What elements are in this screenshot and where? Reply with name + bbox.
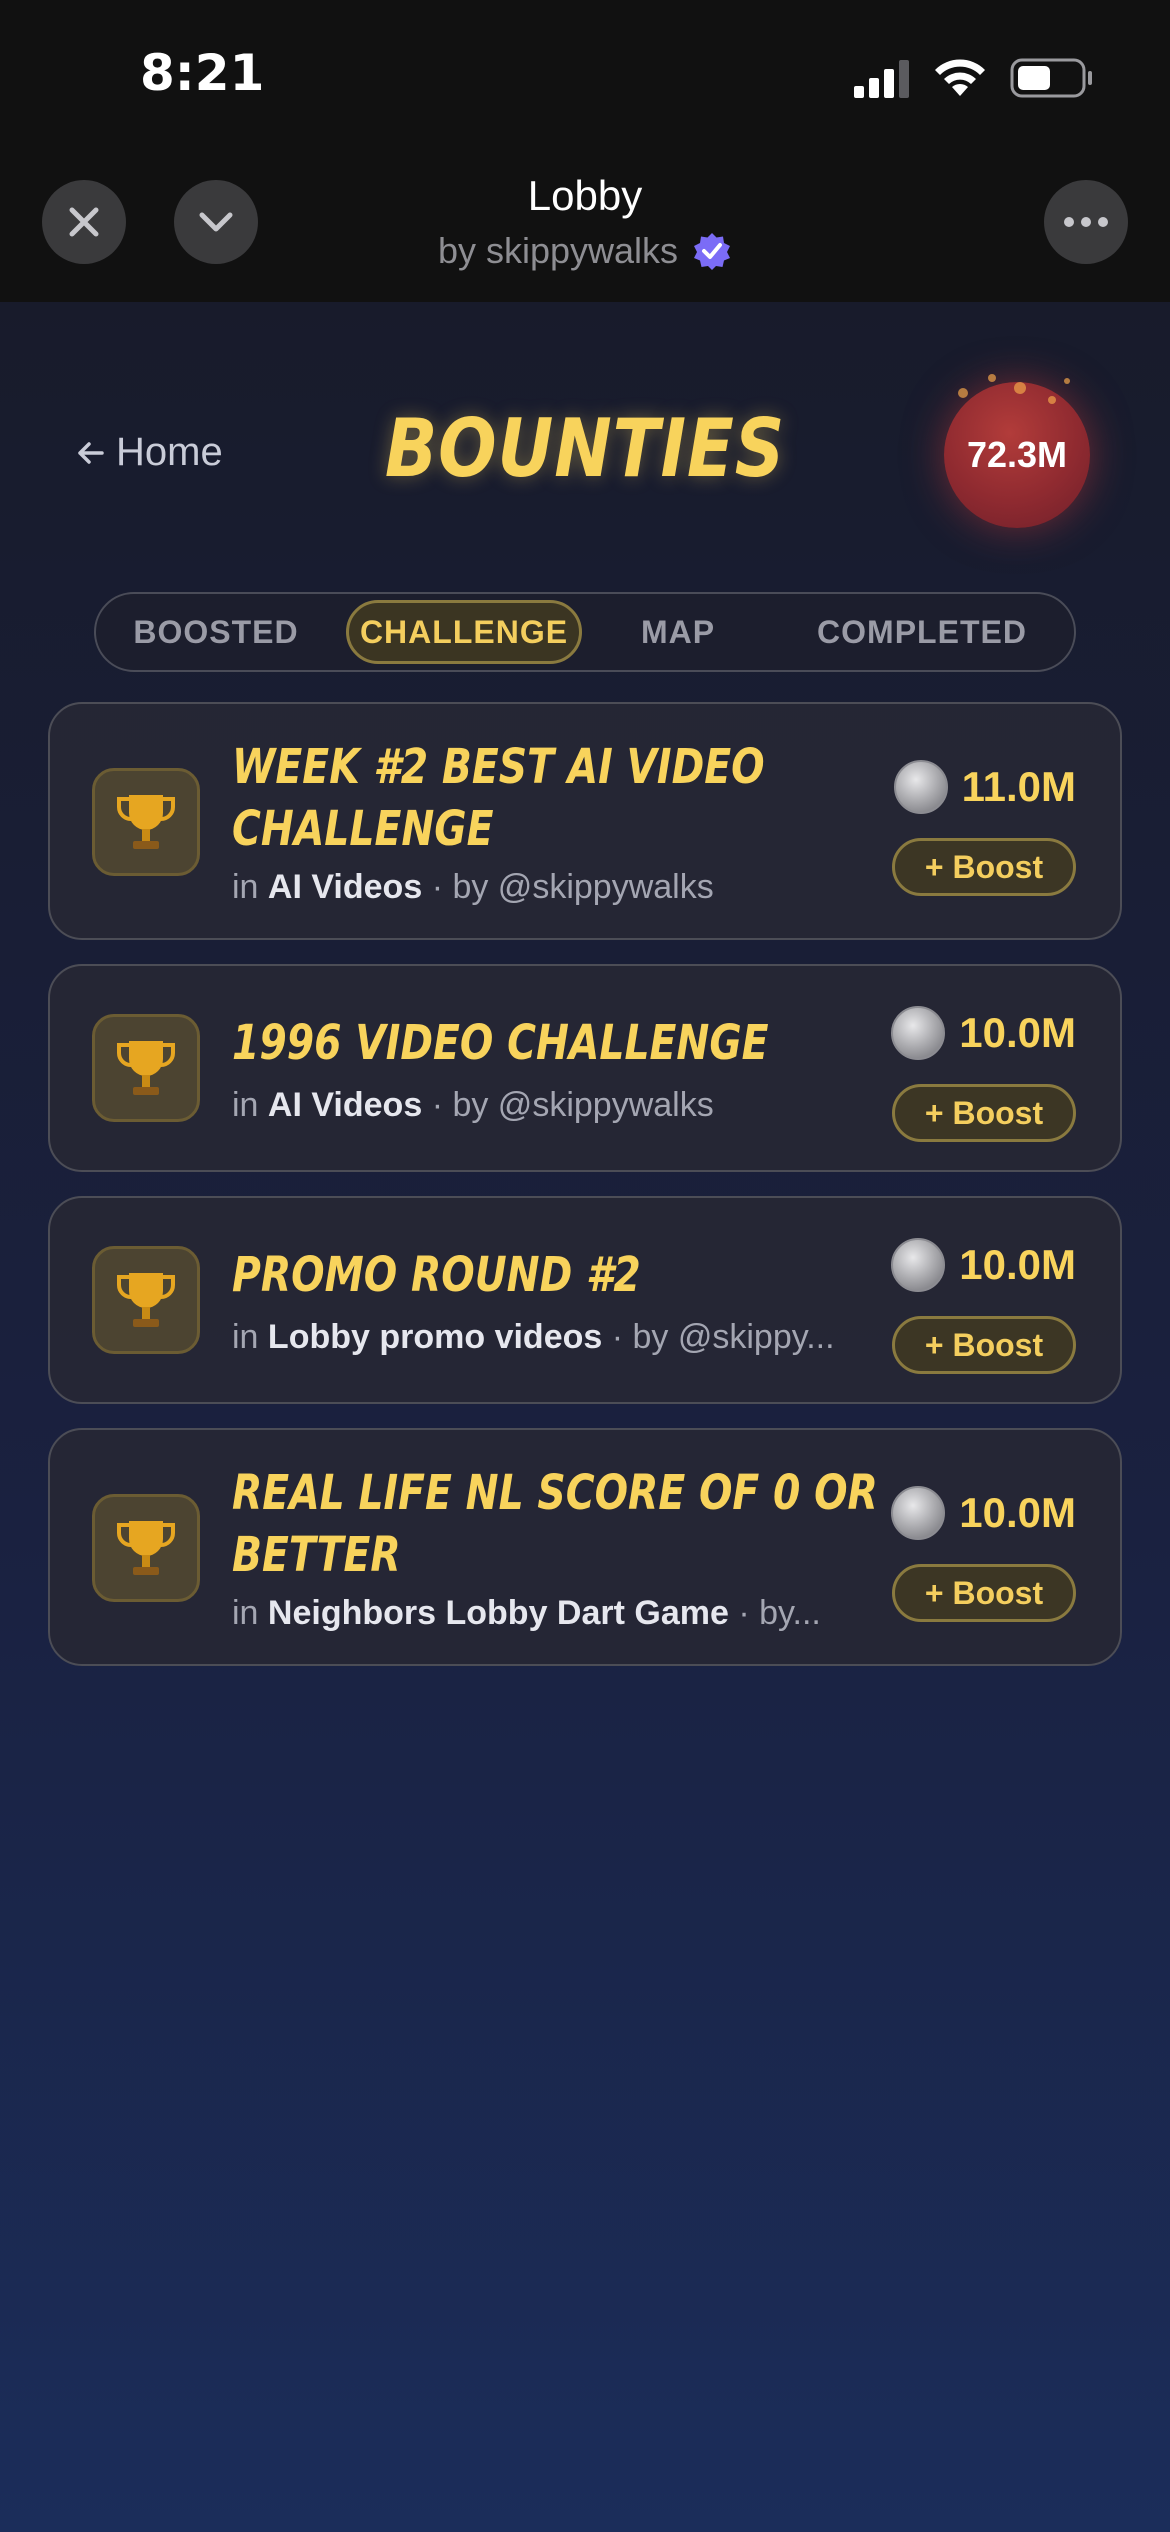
tab-challenge[interactable]: CHALLENGE: [346, 600, 582, 664]
bounty-reward: 10.0M: [891, 1486, 1076, 1540]
main-content: Home BOUNTIES 72.3M BOOSTED CHALLENGE MA…: [0, 302, 1170, 2532]
trophy-icon: [117, 795, 175, 849]
bounty-in-label: in: [232, 1318, 259, 1356]
bounty-author[interactable]: · by @skippywalks: [432, 868, 714, 906]
trophy-icon: [117, 1521, 175, 1575]
bounty-card[interactable]: REAL LIFE NL SCORE OF 0 OR BETTER in Nei…: [48, 1428, 1122, 1666]
tab-completed[interactable]: COMPLETED: [796, 600, 1048, 664]
page-title: BOUNTIES: [384, 402, 786, 495]
bounty-reward-value: 10.0M: [959, 1241, 1076, 1288]
bounty-reward-value: 10.0M: [959, 1489, 1076, 1536]
wifi-icon: [935, 59, 985, 96]
bounty-reward: 10.0M: [891, 1006, 1076, 1060]
trophy-icon-box: [92, 1246, 200, 1354]
verified-badge-icon: [694, 233, 731, 270]
bounty-meta: in AI Videos · by @skippywalks: [232, 1086, 902, 1125]
bounty-in-label: in: [232, 1594, 259, 1632]
app-author-label: by skippywalks: [437, 230, 679, 271]
coin-icon: [893, 760, 948, 814]
tab-map[interactable]: MAP: [616, 600, 740, 664]
status-bar: 8:21: [0, 0, 1170, 150]
trophy-icon-box: [92, 768, 200, 876]
bounty-title: PROMO ROUND #2: [232, 1244, 724, 1306]
status-time: 8:21: [140, 44, 265, 102]
bounty-in-label: in: [232, 868, 259, 906]
coin-icon: [891, 1486, 946, 1540]
boost-button[interactable]: + Boost: [892, 1084, 1076, 1142]
bounty-meta: in AI Videos · by @skippywalks: [232, 868, 902, 907]
bounty-category[interactable]: AI Videos: [268, 1086, 422, 1124]
bounty-meta: in Neighbors Lobby Dart Game · by...: [232, 1594, 902, 1633]
coin-icon: [891, 1006, 946, 1060]
bounty-title-line: 1996 VIDEO CHALLENGE: [232, 1015, 769, 1071]
app-author[interactable]: by skippywalks: [0, 230, 1170, 272]
bounty-meta: in Lobby promo videos · by @skippy...: [232, 1318, 902, 1357]
bounty-author[interactable]: · by @skippy...: [612, 1318, 835, 1356]
bounty-title: WEEK #2 BEST AI VIDEO CHALLENGE: [232, 736, 765, 860]
bounty-title-line: REAL LIFE NL SCORE OF 0 OR: [232, 1465, 878, 1521]
trophy-icon: [117, 1273, 175, 1327]
more-icon: [1064, 217, 1108, 227]
bounty-title: REAL LIFE NL SCORE OF 0 OR BETTER: [232, 1462, 878, 1586]
tab-boosted[interactable]: BOOSTED: [120, 600, 312, 664]
bounty-card[interactable]: WEEK #2 BEST AI VIDEO CHALLENGE in AI Vi…: [48, 702, 1122, 940]
bounty-card[interactable]: PROMO ROUND #2 in Lobby promo videos · b…: [48, 1196, 1122, 1404]
trophy-icon: [117, 1041, 175, 1095]
bounty-title-line: WEEK #2 BEST AI VIDEO: [232, 739, 765, 795]
trophy-icon-box: [92, 1014, 200, 1122]
bounty-reward: 11.0M: [893, 760, 1076, 814]
balance-badge[interactable]: 72.3M: [944, 374, 1090, 528]
bounty-title-line: CHALLENGE: [232, 801, 494, 857]
boost-button[interactable]: + Boost: [892, 1564, 1076, 1622]
signal-icon: [854, 60, 909, 98]
bounty-in-label: in: [232, 1086, 259, 1124]
bounty-title-line: PROMO ROUND #2: [232, 1247, 641, 1303]
balance-value: 72.3M: [966, 434, 1068, 475]
bounty-category[interactable]: AI Videos: [268, 868, 422, 906]
bounty-reward: 10.0M: [891, 1238, 1076, 1292]
bounty-tabs: BOOSTED CHALLENGE MAP COMPLETED: [94, 592, 1076, 672]
bounty-category[interactable]: Lobby promo videos: [268, 1318, 602, 1356]
bounty-reward-value: 10.0M: [959, 1009, 1076, 1056]
bounty-card[interactable]: 1996 VIDEO CHALLENGE in AI Videos · by @…: [48, 964, 1122, 1172]
bounty-title: 1996 VIDEO CHALLENGE: [232, 1012, 769, 1074]
trophy-icon-box: [92, 1494, 200, 1602]
boost-button[interactable]: + Boost: [892, 838, 1076, 896]
bounty-author[interactable]: · by @skippywalks: [432, 1086, 714, 1124]
bounty-reward-value: 11.0M: [961, 763, 1076, 810]
more-button[interactable]: [1044, 180, 1128, 264]
bounty-title-line: BETTER: [232, 1527, 401, 1583]
battery-icon: [1010, 58, 1092, 98]
app-header: Lobby by skippywalks: [0, 150, 1170, 302]
bounty-category[interactable]: Neighbors Lobby Dart Game: [268, 1594, 729, 1632]
bounty-author[interactable]: · by...: [738, 1594, 821, 1632]
boost-button[interactable]: + Boost: [892, 1316, 1076, 1374]
coin-icon: [891, 1238, 946, 1292]
app-title: Lobby: [527, 172, 643, 219]
